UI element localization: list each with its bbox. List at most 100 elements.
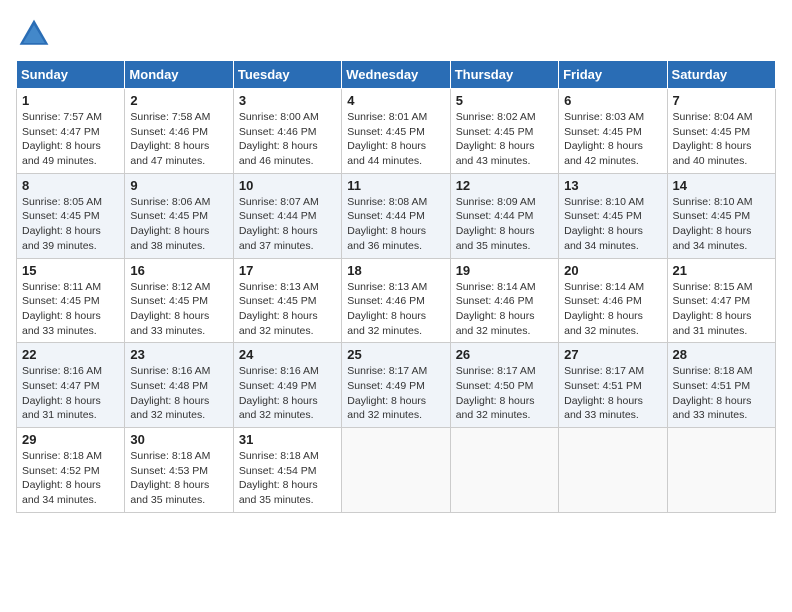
day-info: Sunrise: 8:13 AM Sunset: 4:45 PM Dayligh… xyxy=(239,280,336,339)
day-info: Sunrise: 8:04 AM Sunset: 4:45 PM Dayligh… xyxy=(673,110,770,169)
calendar-day-cell: 29 Sunrise: 8:18 AM Sunset: 4:52 PM Dayl… xyxy=(17,428,125,513)
daylight-label: Daylight: 8 hours and 35 minutes. xyxy=(239,479,318,506)
calendar-day-cell: 26 Sunrise: 8:17 AM Sunset: 4:50 PM Dayl… xyxy=(450,343,558,428)
day-info: Sunrise: 8:09 AM Sunset: 4:44 PM Dayligh… xyxy=(456,195,553,254)
day-info: Sunrise: 8:06 AM Sunset: 4:45 PM Dayligh… xyxy=(130,195,227,254)
daylight-label: Daylight: 8 hours and 33 minutes. xyxy=(130,310,209,337)
calendar-day-cell: 18 Sunrise: 8:13 AM Sunset: 4:46 PM Dayl… xyxy=(342,258,450,343)
calendar-day-cell: 24 Sunrise: 8:16 AM Sunset: 4:49 PM Dayl… xyxy=(233,343,341,428)
sunset-label: Sunset: 4:45 PM xyxy=(564,210,642,222)
calendar-day-cell: 14 Sunrise: 8:10 AM Sunset: 4:45 PM Dayl… xyxy=(667,173,775,258)
sunrise-label: Sunrise: 8:14 AM xyxy=(564,281,644,293)
day-number: 18 xyxy=(347,263,444,278)
daylight-label: Daylight: 8 hours and 35 minutes. xyxy=(456,225,535,252)
day-number: 6 xyxy=(564,93,661,108)
sunrise-label: Sunrise: 8:16 AM xyxy=(130,365,210,377)
sunrise-label: Sunrise: 8:12 AM xyxy=(130,281,210,293)
day-number: 24 xyxy=(239,347,336,362)
sunrise-label: Sunrise: 8:03 AM xyxy=(564,111,644,123)
sunset-label: Sunset: 4:49 PM xyxy=(239,380,317,392)
logo-icon xyxy=(16,16,52,52)
calendar-day-cell xyxy=(667,428,775,513)
daylight-label: Daylight: 8 hours and 32 minutes. xyxy=(456,395,535,422)
day-info: Sunrise: 8:14 AM Sunset: 4:46 PM Dayligh… xyxy=(564,280,661,339)
calendar-day-cell xyxy=(559,428,667,513)
calendar-day-cell: 20 Sunrise: 8:14 AM Sunset: 4:46 PM Dayl… xyxy=(559,258,667,343)
day-info: Sunrise: 8:10 AM Sunset: 4:45 PM Dayligh… xyxy=(564,195,661,254)
day-number: 15 xyxy=(22,263,119,278)
daylight-label: Daylight: 8 hours and 32 minutes. xyxy=(130,395,209,422)
day-number: 22 xyxy=(22,347,119,362)
sunset-label: Sunset: 4:45 PM xyxy=(130,210,208,222)
day-number: 4 xyxy=(347,93,444,108)
calendar-week-row: 15 Sunrise: 8:11 AM Sunset: 4:45 PM Dayl… xyxy=(17,258,776,343)
sunrise-label: Sunrise: 8:18 AM xyxy=(22,450,102,462)
calendar-day-cell: 17 Sunrise: 8:13 AM Sunset: 4:45 PM Dayl… xyxy=(233,258,341,343)
sunrise-label: Sunrise: 8:17 AM xyxy=(564,365,644,377)
day-number: 19 xyxy=(456,263,553,278)
day-number: 5 xyxy=(456,93,553,108)
day-info: Sunrise: 8:18 AM Sunset: 4:52 PM Dayligh… xyxy=(22,449,119,508)
sunrise-label: Sunrise: 8:18 AM xyxy=(239,450,319,462)
daylight-label: Daylight: 8 hours and 32 minutes. xyxy=(239,310,318,337)
calendar-day-cell: 11 Sunrise: 8:08 AM Sunset: 4:44 PM Dayl… xyxy=(342,173,450,258)
day-info: Sunrise: 8:17 AM Sunset: 4:49 PM Dayligh… xyxy=(347,364,444,423)
calendar-week-row: 1 Sunrise: 7:57 AM Sunset: 4:47 PM Dayli… xyxy=(17,89,776,174)
weekday-header: Monday xyxy=(125,61,233,89)
calendar-day-cell: 15 Sunrise: 8:11 AM Sunset: 4:45 PM Dayl… xyxy=(17,258,125,343)
weekday-header: Friday xyxy=(559,61,667,89)
sunset-label: Sunset: 4:45 PM xyxy=(347,126,425,138)
day-info: Sunrise: 8:08 AM Sunset: 4:44 PM Dayligh… xyxy=(347,195,444,254)
day-number: 13 xyxy=(564,178,661,193)
daylight-label: Daylight: 8 hours and 32 minutes. xyxy=(564,310,643,337)
day-info: Sunrise: 8:18 AM Sunset: 4:51 PM Dayligh… xyxy=(673,364,770,423)
sunrise-label: Sunrise: 8:10 AM xyxy=(564,196,644,208)
sunrise-label: Sunrise: 8:04 AM xyxy=(673,111,753,123)
sunrise-label: Sunrise: 7:57 AM xyxy=(22,111,102,123)
day-number: 7 xyxy=(673,93,770,108)
calendar-day-cell: 16 Sunrise: 8:12 AM Sunset: 4:45 PM Dayl… xyxy=(125,258,233,343)
sunrise-label: Sunrise: 8:08 AM xyxy=(347,196,427,208)
day-number: 27 xyxy=(564,347,661,362)
day-info: Sunrise: 8:11 AM Sunset: 4:45 PM Dayligh… xyxy=(22,280,119,339)
calendar-table: SundayMondayTuesdayWednesdayThursdayFrid… xyxy=(16,60,776,513)
daylight-label: Daylight: 8 hours and 32 minutes. xyxy=(347,310,426,337)
daylight-label: Daylight: 8 hours and 47 minutes. xyxy=(130,140,209,167)
day-info: Sunrise: 8:15 AM Sunset: 4:47 PM Dayligh… xyxy=(673,280,770,339)
weekday-header: Saturday xyxy=(667,61,775,89)
calendar-day-cell: 2 Sunrise: 7:58 AM Sunset: 4:46 PM Dayli… xyxy=(125,89,233,174)
sunset-label: Sunset: 4:47 PM xyxy=(22,380,100,392)
sunset-label: Sunset: 4:45 PM xyxy=(673,126,751,138)
daylight-label: Daylight: 8 hours and 40 minutes. xyxy=(673,140,752,167)
calendar-day-cell xyxy=(342,428,450,513)
sunset-label: Sunset: 4:46 PM xyxy=(130,126,208,138)
calendar-week-row: 8 Sunrise: 8:05 AM Sunset: 4:45 PM Dayli… xyxy=(17,173,776,258)
sunrise-label: Sunrise: 8:14 AM xyxy=(456,281,536,293)
sunset-label: Sunset: 4:49 PM xyxy=(347,380,425,392)
sunrise-label: Sunrise: 8:15 AM xyxy=(673,281,753,293)
day-info: Sunrise: 8:18 AM Sunset: 4:54 PM Dayligh… xyxy=(239,449,336,508)
day-info: Sunrise: 8:16 AM Sunset: 4:48 PM Dayligh… xyxy=(130,364,227,423)
daylight-label: Daylight: 8 hours and 33 minutes. xyxy=(22,310,101,337)
daylight-label: Daylight: 8 hours and 31 minutes. xyxy=(22,395,101,422)
daylight-label: Daylight: 8 hours and 35 minutes. xyxy=(130,479,209,506)
day-number: 17 xyxy=(239,263,336,278)
day-info: Sunrise: 8:17 AM Sunset: 4:51 PM Dayligh… xyxy=(564,364,661,423)
daylight-label: Daylight: 8 hours and 32 minutes. xyxy=(347,395,426,422)
sunrise-label: Sunrise: 8:00 AM xyxy=(239,111,319,123)
sunrise-label: Sunrise: 8:13 AM xyxy=(347,281,427,293)
daylight-label: Daylight: 8 hours and 44 minutes. xyxy=(347,140,426,167)
sunset-label: Sunset: 4:45 PM xyxy=(22,295,100,307)
daylight-label: Daylight: 8 hours and 42 minutes. xyxy=(564,140,643,167)
day-number: 23 xyxy=(130,347,227,362)
calendar-day-cell: 5 Sunrise: 8:02 AM Sunset: 4:45 PM Dayli… xyxy=(450,89,558,174)
day-number: 21 xyxy=(673,263,770,278)
sunrise-label: Sunrise: 8:09 AM xyxy=(456,196,536,208)
sunset-label: Sunset: 4:52 PM xyxy=(22,465,100,477)
sunset-label: Sunset: 4:48 PM xyxy=(130,380,208,392)
calendar-day-cell: 23 Sunrise: 8:16 AM Sunset: 4:48 PM Dayl… xyxy=(125,343,233,428)
sunrise-label: Sunrise: 8:16 AM xyxy=(22,365,102,377)
calendar-day-cell: 7 Sunrise: 8:04 AM Sunset: 4:45 PM Dayli… xyxy=(667,89,775,174)
day-info: Sunrise: 8:02 AM Sunset: 4:45 PM Dayligh… xyxy=(456,110,553,169)
sunset-label: Sunset: 4:47 PM xyxy=(22,126,100,138)
